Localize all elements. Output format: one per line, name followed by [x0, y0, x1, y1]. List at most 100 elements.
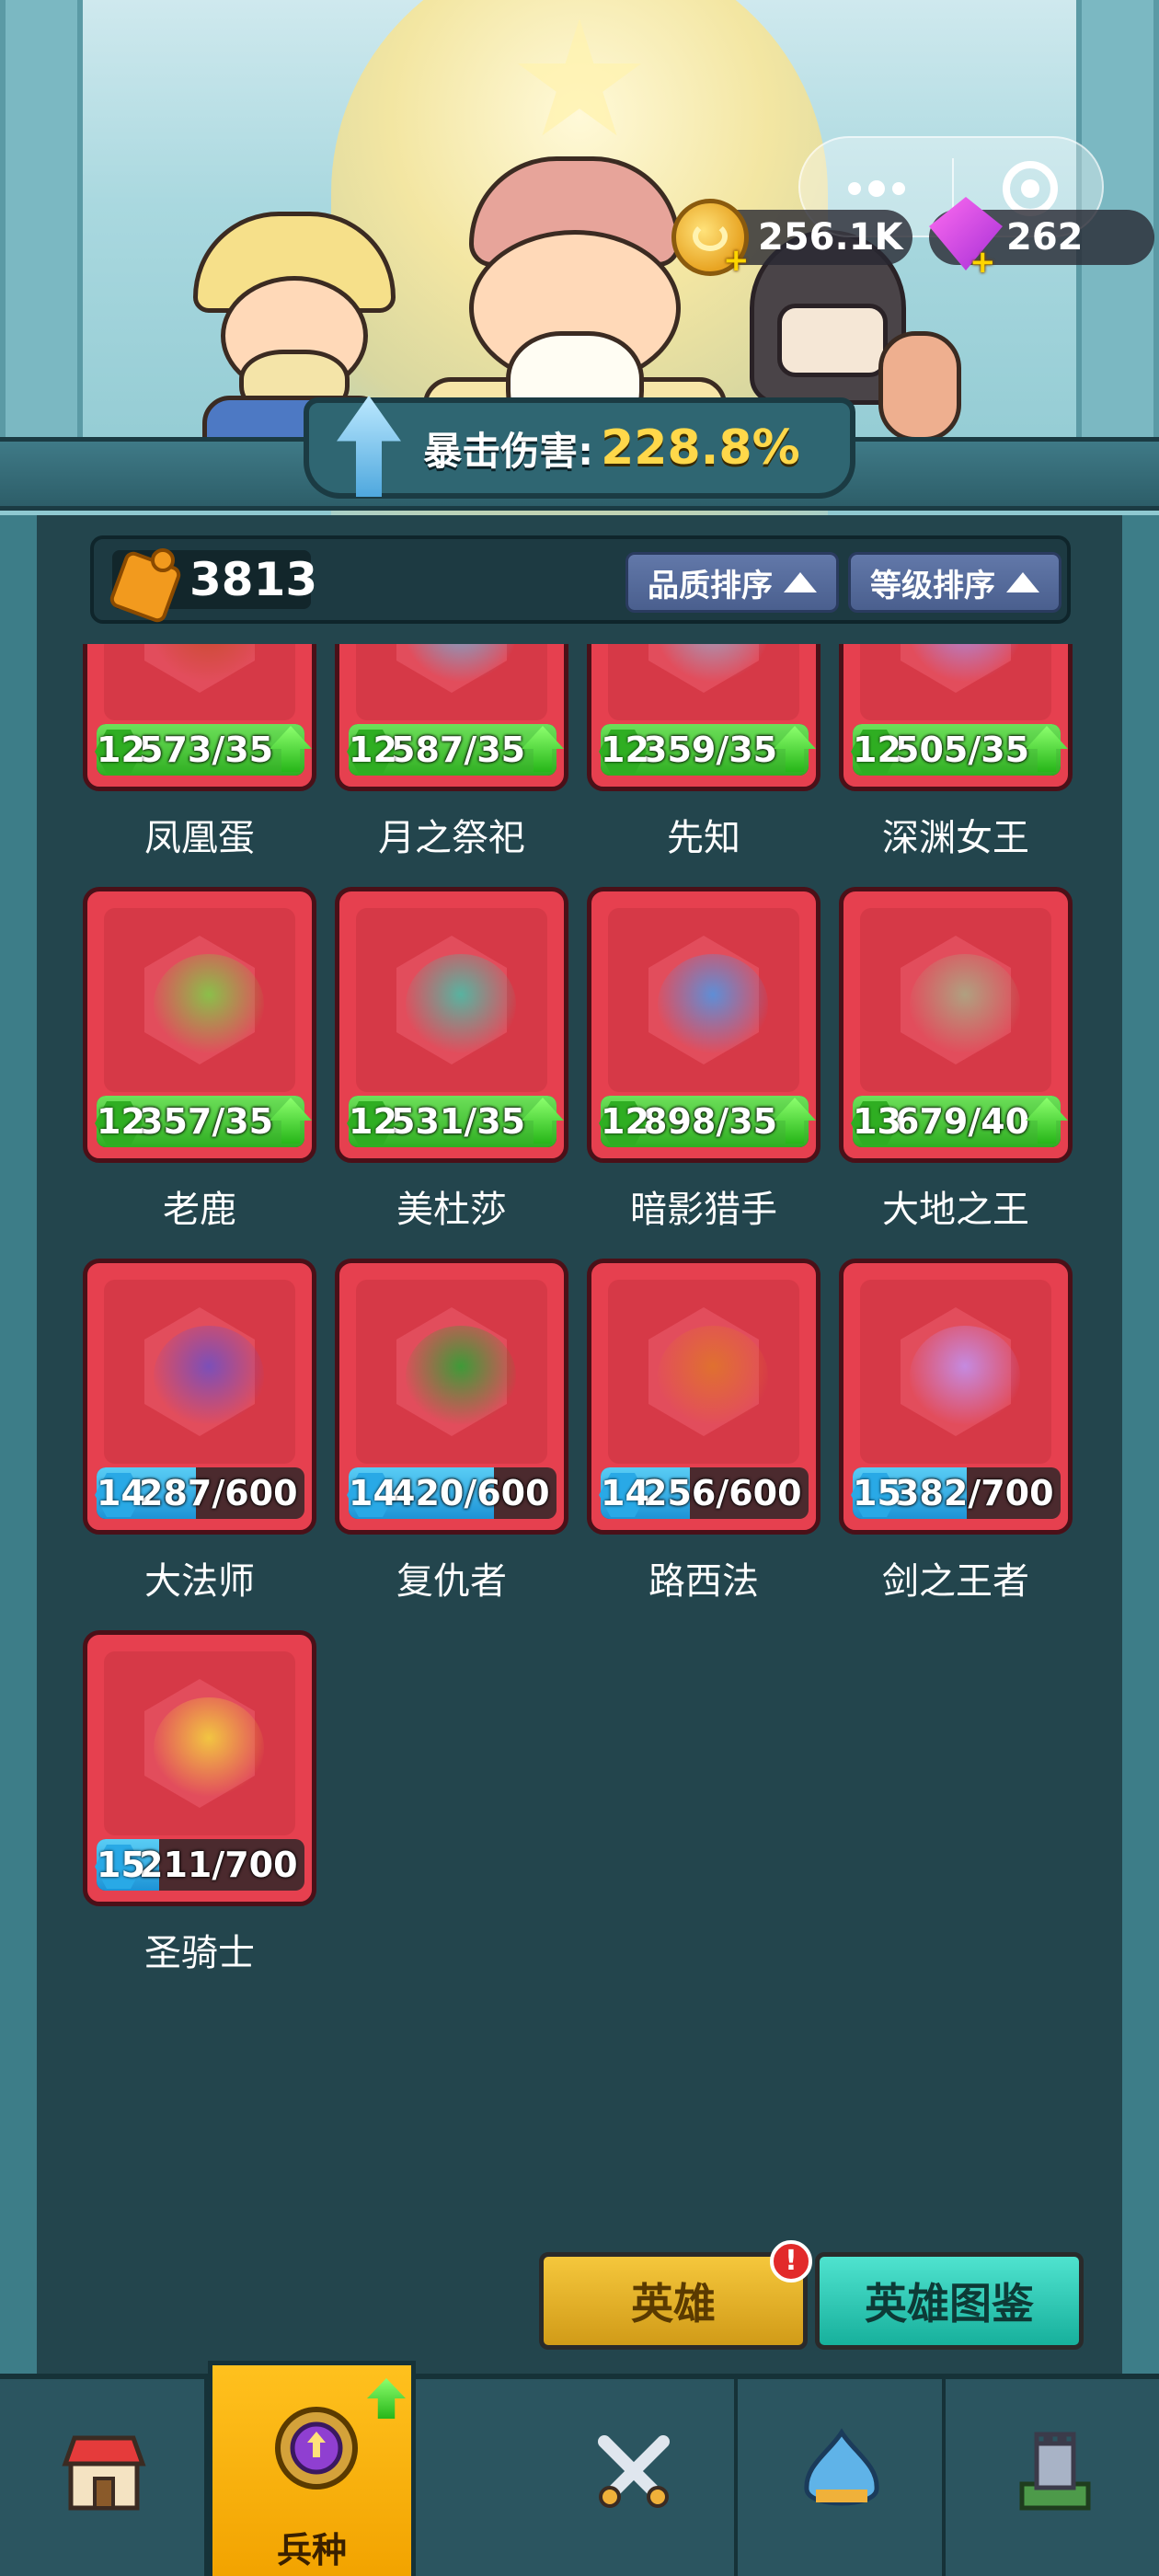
nav-barracks[interactable]: 兵种 [208, 2361, 416, 2576]
target-icon [1002, 161, 1058, 216]
sort-by-quality-button[interactable]: 品质排序 [625, 552, 839, 613]
hero-level: 12 [349, 1101, 397, 1142]
level-progress-text: 420/600 [391, 1473, 550, 1513]
level-progress-text: 357/35 [139, 1101, 274, 1142]
stat-up-arrow-icon [337, 396, 401, 497]
hero-figure-icon [154, 1697, 264, 1799]
level-progress-text: 382/700 [895, 1473, 1054, 1513]
hero-card[interactable]: 587/35 12 [335, 644, 568, 791]
hero-portrait [860, 644, 1051, 720]
hero-level: 14 [601, 1473, 649, 1513]
hero-card[interactable]: 531/35 12 [335, 887, 568, 1163]
hero-codex-button-label: 英雄图鉴 [865, 2279, 1034, 2329]
hero-portrait [860, 908, 1051, 1092]
sort-ascending-icon [1006, 572, 1039, 592]
hero-name: 老鹿 [163, 1189, 236, 1231]
panel-frame-left [0, 515, 37, 2374]
header-scene: + 256.1K + 262 暴击伤害: 228.8% [0, 0, 1159, 515]
puzzle-fragment-icon [107, 548, 184, 626]
hero-figure-icon [154, 1326, 264, 1427]
hero-portrait [608, 908, 799, 1092]
hero-portrait [104, 1651, 295, 1835]
nav-battle[interactable] [530, 2379, 738, 2576]
shop-icon [62, 2435, 146, 2511]
hero-card[interactable]: 382/700 15 [839, 1259, 1073, 1535]
hero-card[interactable]: 211/700 15 [83, 1630, 316, 1906]
barracks-emblem-icon [275, 2407, 358, 2490]
level-progress-text: 505/35 [895, 730, 1030, 770]
hero-name: 大地之王 [882, 1189, 1029, 1231]
hero-level: 12 [601, 730, 649, 770]
nav-barracks-label: 兵种 [276, 2530, 347, 2570]
sort-by-level-button[interactable]: 等级排序 [848, 552, 1061, 613]
sort-level-label: 等级排序 [870, 567, 995, 604]
nav-shop[interactable] [0, 2379, 208, 2576]
hero-figure-icon [910, 644, 1020, 684]
hero-level: 12 [97, 730, 145, 770]
alert-badge-icon: ! [770, 2240, 812, 2283]
hero-level: 12 [97, 1101, 145, 1142]
level-progress-text: 287/600 [139, 1473, 298, 1513]
hero-figure-icon [406, 644, 516, 684]
hero-figure-icon [910, 954, 1020, 1055]
hero-level: 15 [853, 1473, 901, 1513]
nav-castle[interactable] [951, 2379, 1159, 2576]
hero-portrait [608, 644, 799, 720]
level-progress-text: 679/40 [895, 1101, 1030, 1142]
stat-banner: 暴击伤害: 228.8% [304, 396, 855, 499]
hero-portrait [356, 908, 547, 1092]
hero-level: 13 [853, 1101, 901, 1142]
hero-level: 14 [97, 1473, 145, 1513]
level-progress-text: 211/700 [139, 1845, 298, 1885]
hero-figure-icon [406, 954, 516, 1055]
hero-name: 美杜莎 [396, 1189, 507, 1231]
panel-frame-right [1122, 515, 1159, 2374]
hero-card[interactable]: 256/600 14 [587, 1259, 820, 1535]
level-progress-text: 573/35 [139, 730, 274, 770]
hero-card[interactable]: 505/35 12 [839, 644, 1073, 791]
hero-name: 凤凰蛋 [144, 817, 255, 859]
hero-figure-icon [658, 644, 768, 684]
hero-card[interactable]: 573/35 12 [83, 644, 316, 791]
hero-portrait [356, 644, 547, 720]
hero-name: 月之祭祀 [378, 817, 525, 859]
hero-button[interactable]: 英雄 ! [539, 2240, 812, 2350]
hero-name: 圣骑士 [144, 1932, 255, 1974]
hero-card[interactable]: 420/600 14 [335, 1259, 568, 1535]
hero-figure-icon [406, 1326, 516, 1427]
hero-name: 复仇者 [396, 1560, 507, 1603]
hero-card[interactable]: 898/35 12 [587, 887, 820, 1163]
hero-grid: 573/35 12 凤凰蛋 587/35 12 月之祭祀 359/35 12 先知 505/35 1… [83, 644, 1085, 2024]
add-gold-icon: + [723, 242, 750, 279]
hero-card[interactable]: 359/35 12 [587, 644, 820, 791]
slime-pet-icon [804, 2428, 879, 2506]
nav-pet[interactable] [738, 2379, 946, 2576]
hero-portrait [104, 1280, 295, 1464]
hero-codex-button[interactable]: 英雄图鉴 [815, 2252, 1084, 2350]
gem-amount: 262 [1006, 216, 1084, 259]
hero-name: 深渊女王 [882, 817, 1029, 859]
gem-currency[interactable]: + 262 [929, 197, 1154, 278]
hero-name: 剑之王者 [882, 1560, 1029, 1603]
hero-figure-icon [154, 954, 264, 1055]
left-pillar [0, 0, 83, 478]
hero-button-label: 英雄 [631, 2279, 716, 2329]
stat-label: 暴击伤害: [423, 428, 594, 474]
hero-card[interactable]: 287/600 14 [83, 1259, 316, 1535]
castle-icon [1019, 2432, 1091, 2511]
hero-portrait [608, 1280, 799, 1464]
add-gem-icon: + [970, 244, 996, 281]
hero-level: 12 [349, 730, 397, 770]
hero-level: 15 [97, 1845, 145, 1885]
hero-name: 大法师 [144, 1560, 255, 1603]
gold-currency[interactable]: + 256.1K [671, 199, 912, 276]
hero-figure-icon [910, 1326, 1020, 1427]
hero-card[interactable]: 679/40 13 [839, 887, 1073, 1163]
hero-name: 路西法 [648, 1560, 759, 1603]
hero-portrait [104, 908, 295, 1092]
hero-card[interactable]: 357/35 12 [83, 887, 316, 1163]
hero-figure-icon [658, 1326, 768, 1427]
sort-quality-label: 品质排序 [648, 567, 773, 604]
hero-portrait [104, 644, 295, 720]
hero-figure-icon [658, 954, 768, 1055]
